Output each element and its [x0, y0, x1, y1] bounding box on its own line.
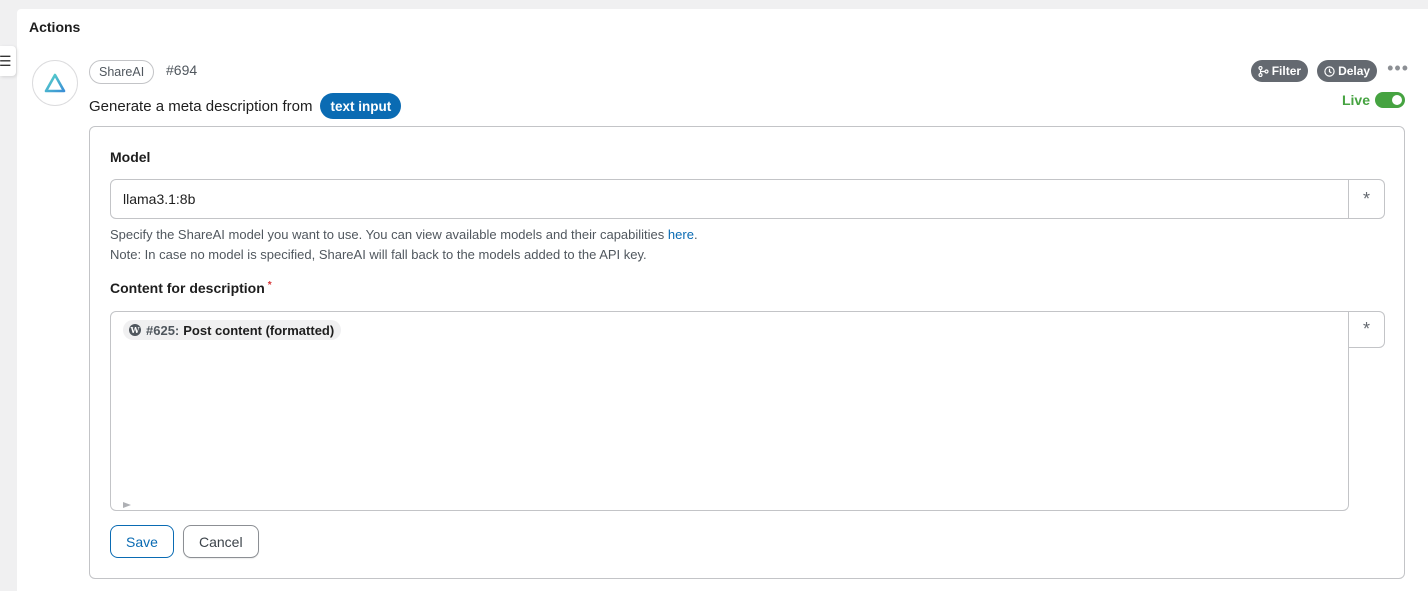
- model-label: Model: [110, 149, 151, 165]
- content-label: Content for description *: [110, 280, 272, 296]
- panel-title: Actions: [29, 19, 81, 35]
- action-settings-card: Model llama3.1:8b * Specify the ShareAI …: [89, 126, 1405, 579]
- resize-handle[interactable]: [123, 502, 131, 508]
- clock-icon: [1324, 65, 1335, 77]
- app-name-badge: ShareAI: [89, 60, 155, 84]
- post-content-tag[interactable]: W #625: Post content (formatted): [123, 320, 342, 340]
- model-input[interactable]: llama3.1:8b: [110, 179, 1349, 219]
- cancel-button[interactable]: Cancel: [183, 525, 259, 558]
- content-textarea[interactable]: W #625: Post content (formatted): [110, 311, 1349, 511]
- more-options-icon[interactable]: •••: [1387, 59, 1409, 77]
- filter-label: Filter: [1271, 64, 1302, 78]
- text-input-token[interactable]: text input: [320, 93, 402, 119]
- content-variable-button[interactable]: *: [1349, 311, 1385, 348]
- shareai-logo-icon: [32, 60, 78, 106]
- required-mark: *: [267, 280, 272, 291]
- delay-button[interactable]: Delay: [1317, 60, 1378, 82]
- model-help-line2: Note: In case no model is specified, Sha…: [110, 247, 647, 262]
- models-here-link[interactable]: here: [668, 227, 694, 242]
- delay-label: Delay: [1338, 64, 1371, 78]
- model-help-period: .: [693, 227, 698, 242]
- content-label-text: Content for description: [110, 280, 265, 296]
- content-field-group: W #625: Post content (formatted) *: [110, 311, 1385, 511]
- filter-button[interactable]: Filter: [1250, 60, 1309, 82]
- sidebar-toggle[interactable]: ☰: [0, 46, 16, 76]
- filter-branch-icon: [1258, 65, 1269, 77]
- model-variable-button[interactable]: *: [1349, 179, 1385, 219]
- tag-label: Post content (formatted): [183, 322, 335, 338]
- model-help-line1: Specify the ShareAI model you want to us…: [110, 227, 665, 242]
- action-toolbar: Filter Delay •••: [1242, 59, 1409, 82]
- hamburger-icon: ☰: [0, 53, 12, 69]
- live-toggle[interactable]: [1375, 92, 1405, 108]
- live-label: Live: [1341, 92, 1370, 108]
- action-title[interactable]: Generate a meta description from text in…: [89, 93, 402, 119]
- wordpress-icon: W: [129, 324, 141, 336]
- actions-panel: Actions ShareAI #694 Generate a meta des…: [17, 9, 1428, 591]
- tag-source-id: #625:: [146, 322, 180, 338]
- model-help-text: Specify the ShareAI model you want to us…: [110, 225, 698, 265]
- live-status: Live: [1342, 92, 1405, 108]
- action-title-text: Generate a meta description from: [89, 97, 313, 115]
- model-field-group: llama3.1:8b *: [110, 179, 1385, 219]
- action-id: #694: [166, 62, 198, 78]
- save-button[interactable]: Save: [110, 525, 174, 558]
